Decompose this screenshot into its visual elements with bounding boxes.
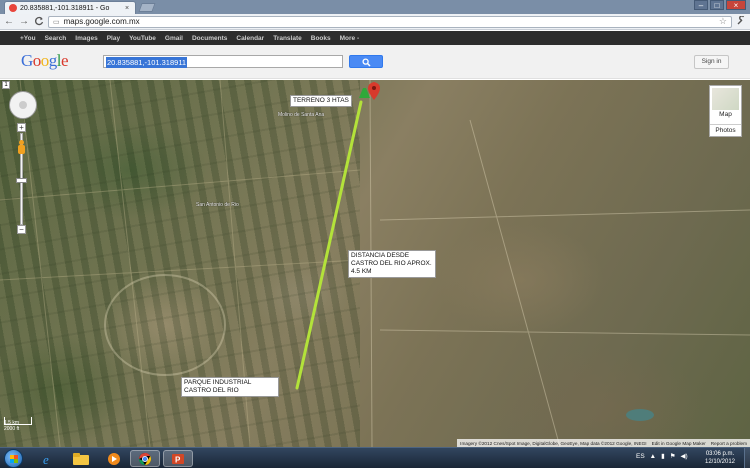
terreno-label: TERRENO 3 HTAS [290, 95, 352, 107]
maps-search-header: Google 20.835881,-101.318911 Sign in [0, 45, 750, 79]
maximize-button[interactable]: □ [710, 0, 724, 10]
search-input-value: 20.835881,-101.318911 [106, 57, 188, 68]
search-icon [361, 58, 371, 67]
search-input[interactable]: 20.835881,-101.318911 [103, 55, 343, 68]
start-button[interactable] [4, 449, 23, 468]
google-logo[interactable]: Google [21, 51, 69, 71]
maps-favicon-icon [9, 4, 17, 12]
media-player-icon[interactable] [99, 450, 129, 467]
copyright-text: Imagery ©2012 Cnes/Spot Image, DigitalGl… [460, 440, 647, 446]
zoom-out-button[interactable]: − [17, 225, 26, 234]
gbar-books[interactable]: Books [311, 35, 331, 42]
taskbar-clock[interactable]: 03:06 p.m. 12/10/2012 [700, 450, 740, 466]
gbar-translate[interactable]: Translate [273, 35, 302, 42]
browser-toolbar: ← → ▭ maps.google.com.mx ☆ [0, 14, 750, 30]
town-label-molino: Molino de Santa Ana [278, 112, 325, 118]
gbar-documents[interactable]: Documents [192, 35, 227, 42]
volume-icon[interactable]: ◀) [681, 452, 688, 460]
close-window-button[interactable]: × [726, 0, 746, 10]
edit-in-map-maker-link[interactable]: Edit in Google Map Maker [652, 441, 706, 446]
powerpoint-icon[interactable]: P [163, 450, 193, 467]
industrial-park-label: PARQUE INDUSTRIAL CASTRO DEL RIO [181, 377, 279, 397]
pegman-icon[interactable] [17, 140, 26, 154]
minimize-button[interactable]: – [694, 0, 708, 10]
google-bar: +You Search Images Play YouTube Gmail Do… [0, 31, 750, 45]
url-text: maps.google.com.mx [63, 17, 140, 26]
clock-time: 03:06 p.m. [705, 451, 735, 457]
explorer-icon[interactable] [66, 450, 96, 467]
route-line [295, 100, 363, 390]
gbar-more[interactable]: More - [340, 35, 360, 42]
forward-icon[interactable]: → [18, 16, 30, 28]
windows-logo-icon [10, 455, 18, 463]
system-tray: ES ▲ ▮ ⚑ ◀) [636, 452, 688, 461]
map-type-control[interactable]: Map Photos [709, 85, 742, 137]
distance-label: DISTANCIA DESDE CASTRO DEL RIO APROX. 4.… [348, 250, 436, 278]
chrome-icon[interactable] [130, 450, 160, 467]
clock-date: 12/10/2012 [704, 459, 736, 465]
pan-center-icon [19, 101, 27, 109]
svg-text:P: P [175, 455, 181, 464]
search-button[interactable] [349, 55, 383, 68]
ie-icon[interactable]: e [33, 450, 63, 467]
bookmark-star-icon[interactable]: ☆ [719, 16, 727, 27]
windows-taskbar: e P ES ▲ ▮ ⚑ ◀) 03:06 p.m. 12/10/2012 [0, 447, 750, 468]
svg-text:e: e [43, 452, 49, 466]
reload-icon[interactable] [33, 16, 45, 28]
show-desktop-button[interactable] [744, 448, 750, 468]
gbar-gmail[interactable]: Gmail [165, 35, 183, 42]
browser-tab[interactable]: 20.835881,-101.318911 - Go × [4, 1, 136, 14]
browser-tabstrip: 20.835881,-101.318911 - Go × – □ × [0, 0, 750, 14]
new-tab-button[interactable] [138, 3, 156, 12]
gbar-plus-you[interactable]: +You [20, 35, 36, 42]
network-icon[interactable]: ▮ [661, 452, 665, 460]
sign-in-button[interactable]: Sign in [694, 55, 729, 69]
report-problem-link[interactable]: Report a problem [711, 441, 747, 446]
address-bar[interactable]: ▭ maps.google.com.mx ☆ [48, 15, 732, 28]
map-corner-marker: 1 [2, 81, 10, 89]
tray-arrow-icon[interactable]: ▲ [650, 453, 656, 460]
map-type-photos[interactable]: Photos [710, 124, 741, 137]
gbar-search[interactable]: Search [45, 35, 67, 42]
map-type-map[interactable]: Map [710, 111, 741, 118]
map-thumbnail [712, 88, 739, 110]
wrench-menu-icon[interactable] [735, 14, 747, 28]
gbar-youtube[interactable]: YouTube [129, 35, 156, 42]
town-label-san-antonio: San Antonio de Rio [196, 202, 239, 208]
page-icon: ▭ [53, 18, 60, 26]
language-indicator[interactable]: ES [636, 453, 645, 460]
water-body [626, 409, 654, 421]
satellite-map[interactable]: 1 Molino de Santa Ana San Antonio de Rio… [0, 80, 750, 447]
zoom-in-button[interactable]: + [17, 123, 26, 132]
gbar-images[interactable]: Images [75, 35, 97, 42]
flag-icon[interactable]: ⚑ [670, 452, 676, 460]
tab-title: 20.835881,-101.318911 - Go [20, 4, 110, 12]
tab-close-icon[interactable]: × [125, 5, 135, 12]
back-icon[interactable]: ← [3, 16, 15, 28]
gbar-play[interactable]: Play [107, 35, 120, 42]
window-controls: – □ × [694, 0, 746, 10]
pan-control[interactable] [9, 91, 37, 119]
gbar-calendar[interactable]: Calendar [236, 35, 264, 42]
map-copyright: Imagery ©2012 Cnes/Spot Image, DigitalGl… [457, 439, 750, 447]
scale-text: 1.5 km 2000 ft [4, 420, 20, 432]
zoom-slider-knob[interactable] [16, 178, 27, 183]
